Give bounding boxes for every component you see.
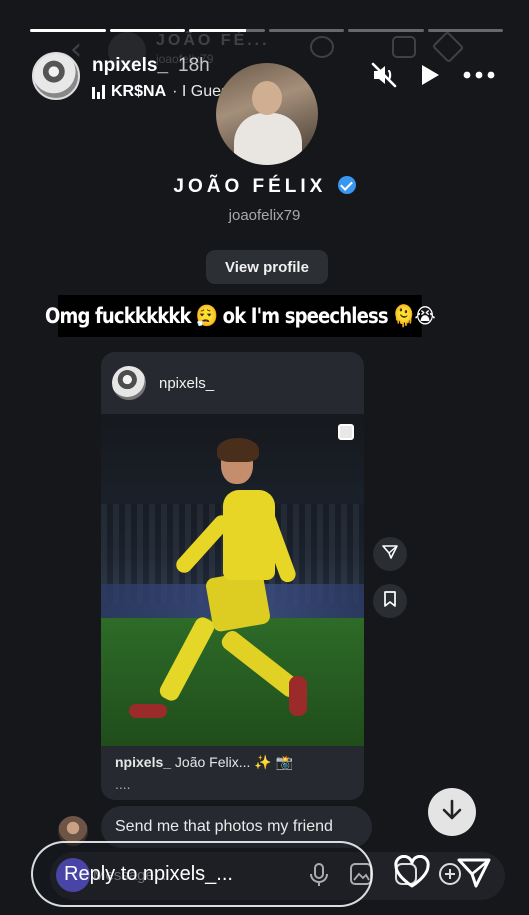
post-header: npixels_ [101,352,364,414]
paper-plane-icon[interactable] [456,856,492,895]
shared-post-card[interactable]: npixels_ npixels_ João Felix... ✨ 📸 .... [101,352,364,800]
tag-icon [431,30,465,64]
dm-name: JOÃO FÉ... [156,32,270,49]
story-progress-segment [30,29,106,32]
video-icon [392,36,416,58]
post-caption-user: npixels_ [115,754,172,770]
story-progress-segment [427,29,503,32]
speaker-muted-icon[interactable] [371,62,397,88]
caption-emoji-2: 🫠😭 [392,303,436,328]
caption-text-2: ok I'm speechless [222,304,389,328]
play-icon[interactable] [419,63,441,87]
story-author-username[interactable]: npixels_ [92,55,168,77]
music-artist: KR$NA [111,83,167,100]
caption-text: Omg fuckkkkkk [44,304,192,328]
heart-icon[interactable] [393,854,431,894]
post-photo[interactable] [101,414,364,746]
profile-name: JOÃO FÉLIX [0,176,529,198]
profile-photo [216,63,318,165]
more-dots-icon[interactable] [463,71,495,79]
post-more: .... [115,776,131,792]
view-profile-button[interactable]: View profile [206,250,328,284]
story-timestamp: 18h [178,55,210,76]
share-post-button[interactable] [373,537,407,571]
phone-icon [350,36,374,58]
save-post-button[interactable] [373,584,407,618]
story-progress-segment [268,29,344,32]
post-author-username: npixels_ [159,375,215,392]
composer-placeholder: Message... [93,867,167,884]
profile-handle: joaofelix79 [228,207,301,224]
story-viewer[interactable]: ‹ JOÃO FÉ... joaofelix79 npixels_ 18h KR… [0,0,529,915]
story-reply-input[interactable]: Reply to npixels_... Message... [31,841,373,907]
bookmark-icon [383,590,397,612]
profile-name-text: JOÃO FÉLIX [173,176,327,197]
post-caption: npixels_ João Felix... ✨ 📸 [115,754,293,771]
story-progress-segment [348,29,424,32]
story-progress-segment [109,29,185,32]
carousel-icon [338,424,354,440]
paper-plane-icon [382,544,398,565]
scroll-to-bottom-button[interactable] [428,788,476,836]
link-icon [310,36,334,58]
verified-badge-icon [337,176,356,194]
story-music[interactable]: KR$NA · I Guess [92,83,237,101]
music-bars-icon [92,85,105,99]
caption-emoji: 😮‍💨 [195,303,218,328]
story-author-avatar[interactable] [32,52,80,100]
post-caption-text: João Felix... ✨ 📸 [174,754,294,770]
arrow-down-icon [441,798,463,827]
story-actions [371,62,495,88]
story-progress-segment [189,29,265,32]
post-author-avatar [112,366,146,400]
story-caption: Omg fuckkkkkk 😮‍💨 ok I'm speechless 🫠😭 [45,295,436,337]
story-progress [30,29,503,32]
